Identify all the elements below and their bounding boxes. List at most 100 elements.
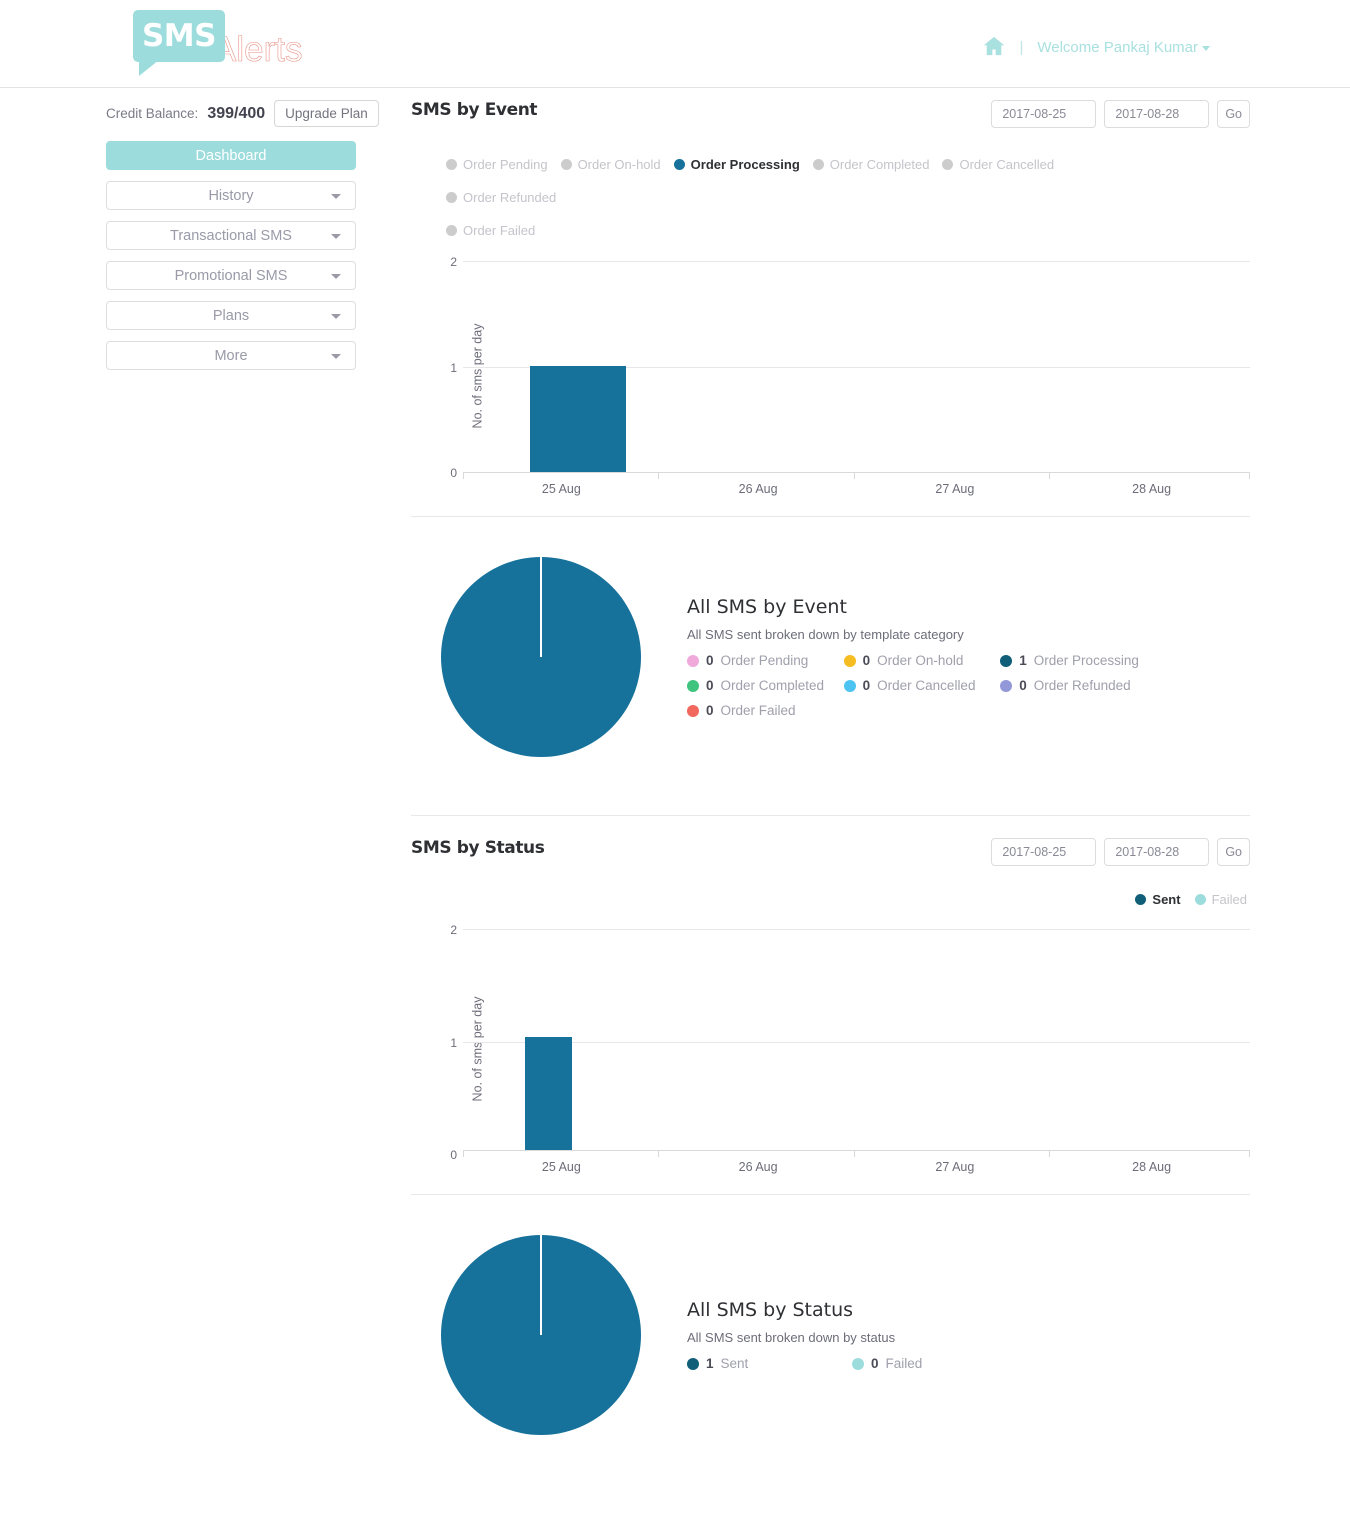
legend-dot-icon — [687, 654, 699, 667]
y-axis-tick: 2 — [450, 923, 457, 937]
section-title-status: SMS by Status — [411, 838, 545, 858]
sms-by-event-legend: Order Pending Order On-hold Order Proces… — [411, 148, 1151, 247]
event-date-from-input[interactable] — [991, 100, 1097, 128]
pie-legend-item-order-cancelled[interactable]: 0 Order Cancelled — [843, 678, 1001, 693]
y-axis-tick: 1 — [450, 361, 457, 375]
gridline — [463, 261, 1250, 262]
legend-label: Order Cancelled — [959, 157, 1055, 172]
all-sms-by-status-pie-chart[interactable] — [441, 1235, 641, 1435]
legend-label: Order Failed — [463, 223, 536, 238]
status-date-to-input[interactable] — [1104, 838, 1210, 866]
sidebar-item-label: Dashboard — [195, 147, 267, 164]
sidebar-item-label: History — [208, 187, 254, 204]
pie-legend-item-order-completed[interactable]: 0 Order Completed — [687, 678, 844, 693]
chevron-down-icon — [331, 233, 341, 239]
home-icon[interactable] — [983, 36, 1005, 59]
app-logo[interactable]: SMS Alerts — [133, 10, 303, 76]
pie-legend-item-order-failed[interactable]: 0 Order Failed — [687, 703, 844, 718]
legend-dot-icon — [1194, 894, 1206, 905]
x-axis-tick: 27 Aug — [935, 482, 975, 496]
x-axis-tick: 25 Aug — [541, 1160, 581, 1174]
legend-item-order-completed[interactable]: Order Completed — [812, 148, 930, 181]
legend-dot-icon — [1135, 894, 1147, 905]
pie-legend-item-sent[interactable]: 1 Sent — [687, 1356, 852, 1371]
logo-bubble-icon: SMS — [133, 10, 225, 76]
sidebar: Credit Balance: 399/400 Upgrade Plan Das… — [106, 100, 379, 381]
x-axis-labels: 25 Aug 26 Aug 27 Aug 28 Aug — [463, 482, 1250, 496]
legend-label: Order Refunded — [463, 190, 557, 205]
gridline — [463, 929, 1250, 930]
event-go-button[interactable]: Go — [1217, 100, 1250, 128]
legend-dot-icon — [446, 192, 457, 203]
status-go-button[interactable]: Go — [1217, 838, 1250, 866]
welcome-label: Welcome Pankaj Kumar — [1037, 39, 1198, 56]
sidebar-item-more[interactable]: More — [106, 341, 356, 370]
pie-subtitle: All SMS sent broken down by status — [687, 1330, 896, 1345]
chevron-down-icon — [331, 353, 341, 359]
pie-legend-item-order-processing[interactable]: 1 Order Processing — [1000, 653, 1157, 668]
sms-by-status-header: SMS by Status Go — [411, 838, 1250, 878]
sidebar-item-promotional-sms[interactable]: Promotional SMS — [106, 261, 356, 290]
legend-label: Sent — [1152, 892, 1181, 907]
sms-by-status-bar-chart: No. of sms per day 2 1 0 25 Aug 26 Aug 2… — [411, 921, 1250, 1176]
bar-25-aug-sent[interactable] — [525, 1037, 572, 1150]
x-axis-line — [463, 1150, 1250, 1151]
sms-by-event-bar-chart: No. of sms per day 2 1 0 25 Aug 26 Aug 2… — [411, 253, 1250, 498]
status-date-from-input[interactable] — [991, 838, 1097, 866]
pie-slice-divider — [540, 1235, 542, 1335]
legend-item-order-processing[interactable]: Order Processing — [673, 148, 800, 181]
legend-value: 0 — [706, 703, 714, 718]
main-content: SMS by Event Go Order Pending Order On-h… — [411, 100, 1250, 1475]
user-menu[interactable]: Welcome Pankaj Kumar — [1037, 39, 1210, 56]
bar-25-aug-order-processing[interactable] — [530, 366, 626, 472]
legend-label: Sent — [720, 1356, 749, 1371]
pie-legend-item-order-pending[interactable]: 0 Order Pending — [687, 653, 844, 668]
x-axis-line — [463, 472, 1250, 473]
legend-item-sent[interactable]: Sent — [1135, 892, 1181, 907]
all-sms-by-status-section: All SMS by Status All SMS sent broken do… — [411, 1195, 1250, 1475]
x-axis-tick: 27 Aug — [935, 1160, 975, 1174]
all-sms-by-status-info: All SMS by Status All SMS sent broken do… — [687, 1299, 1250, 1371]
legend-label: Order Cancelled — [877, 678, 976, 693]
sidebar-item-dashboard[interactable]: Dashboard — [106, 141, 356, 170]
pie-legend-item-order-refunded[interactable]: 0 Order Refunded — [1000, 678, 1157, 693]
upgrade-plan-button[interactable]: Upgrade Plan — [274, 100, 379, 127]
legend-item-failed[interactable]: Failed — [1194, 892, 1247, 907]
legend-item-order-cancelled[interactable]: Order Cancelled — [942, 148, 1054, 181]
legend-dot-icon — [1000, 654, 1013, 667]
logo-primary-text: SMS — [141, 18, 217, 54]
sidebar-item-history[interactable]: History — [106, 181, 356, 210]
legend-item-order-pending[interactable]: Order Pending — [446, 148, 548, 181]
legend-label: Failed — [1211, 892, 1247, 907]
status-date-range-controls: Go — [991, 838, 1250, 866]
legend-dot-icon — [560, 159, 572, 170]
legend-value: 0 — [706, 653, 714, 668]
legend-dot-icon — [942, 159, 954, 170]
pie-legend-item-order-on-hold[interactable]: 0 Order On-hold — [843, 653, 1001, 668]
legend-dot-icon — [843, 679, 856, 692]
legend-dot-icon — [446, 159, 457, 170]
legend-value: 0 — [862, 678, 871, 693]
legend-label: Order Pending — [463, 157, 548, 172]
sms-by-event-header: SMS by Event Go — [411, 100, 1250, 140]
y-axis-tick: 1 — [450, 1036, 457, 1050]
header-nav: | Welcome Pankaj Kumar — [983, 36, 1210, 59]
x-axis-tick: 25 Aug — [541, 482, 581, 496]
event-date-range-controls: Go — [991, 100, 1250, 128]
sidebar-item-transactional-sms[interactable]: Transactional SMS — [106, 221, 356, 250]
legend-item-order-refunded[interactable]: Order Refunded — [446, 181, 556, 214]
legend-item-order-failed[interactable]: Order Failed — [446, 214, 1151, 247]
legend-label: Order Completed — [829, 157, 930, 172]
logo-secondary-text: Alerts — [213, 30, 303, 70]
legend-item-order-on-hold[interactable]: Order On-hold — [560, 148, 661, 181]
y-axis-tick: 0 — [450, 466, 457, 480]
credit-balance: Credit Balance: 399/400 Upgrade Plan — [106, 100, 379, 127]
legend-value: 1 — [706, 1356, 714, 1371]
chevron-down-icon — [1202, 45, 1210, 51]
pie-slice-divider — [540, 557, 542, 657]
event-date-to-input[interactable] — [1104, 100, 1210, 128]
pie-legend-item-failed[interactable]: 0 Failed — [852, 1356, 1017, 1371]
legend-dot-icon — [687, 679, 699, 692]
sidebar-item-plans[interactable]: Plans — [106, 301, 356, 330]
all-sms-by-event-pie-chart[interactable] — [441, 557, 641, 757]
